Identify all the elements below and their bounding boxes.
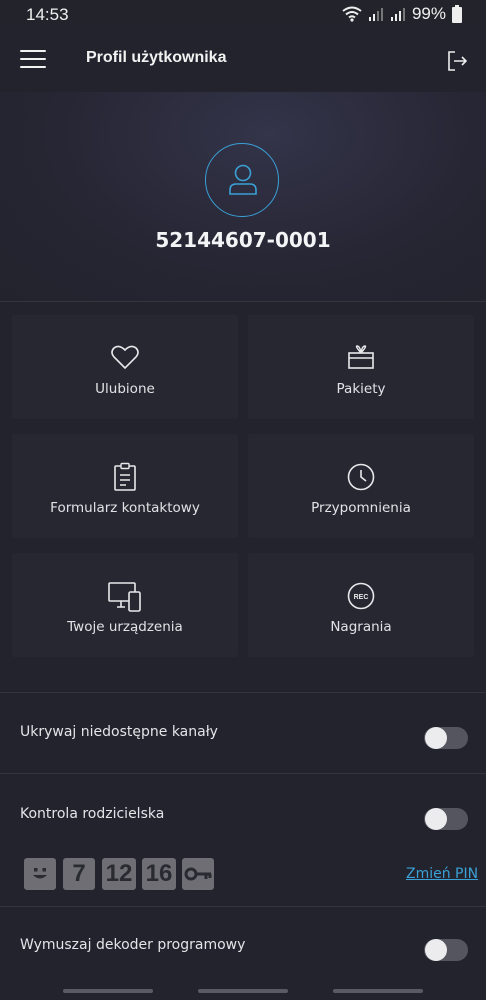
nav-handle-left	[63, 989, 153, 993]
hamburger-menu-icon[interactable]	[20, 50, 46, 72]
tile-favorites[interactable]: Ulubione	[12, 315, 238, 419]
clipboard-icon	[114, 462, 136, 491]
tile-reminders[interactable]: Przypomnienia	[248, 434, 474, 538]
app-bar: Profil użytkownika	[0, 30, 486, 92]
change-pin-link[interactable]: Zmień PIN	[406, 866, 478, 882]
clock-icon	[347, 463, 375, 491]
tile-label: Pakiety	[336, 381, 386, 397]
tile-label: Przypomnienia	[311, 500, 411, 516]
divider	[0, 906, 486, 907]
user-icon	[229, 164, 257, 195]
key-icon	[184, 867, 212, 881]
avatar	[205, 143, 279, 217]
software-decoder-toggle[interactable]	[424, 939, 468, 961]
smiley-icon	[33, 868, 47, 879]
nav-handle-right	[333, 989, 423, 993]
signal-icon-2	[390, 8, 405, 21]
logout-icon[interactable]	[444, 48, 470, 74]
tile-contact-form[interactable]: Formularz kontaktowy	[12, 434, 238, 538]
rating-16[interactable]: 16	[142, 858, 176, 890]
tile-packages[interactable]: Pakiety	[248, 315, 474, 419]
rating-all-ages[interactable]	[24, 858, 56, 890]
devices-icon	[108, 582, 141, 612]
setting-software-decoder-label: Wymuszaj dekoder programowy	[20, 937, 246, 953]
tile-label: Ulubione	[95, 381, 155, 397]
header-divider	[0, 301, 486, 302]
hide-channels-toggle[interactable]	[424, 727, 468, 749]
signal-icon	[368, 8, 383, 21]
parental-control-toggle[interactable]	[424, 808, 468, 830]
heart-icon	[111, 345, 139, 370]
rating-adult[interactable]	[182, 858, 214, 890]
battery-level: 99%	[411, 4, 446, 23]
status-bar: 14:53 99%	[0, 0, 486, 30]
rec-badge: REC	[354, 594, 369, 601]
tile-devices[interactable]: Twoje urządzenia	[12, 553, 238, 657]
tile-recordings[interactable]: REC Nagrania	[248, 553, 474, 657]
divider	[0, 773, 486, 774]
setting-hide-channels-label: Ukrywaj niedostępne kanały	[20, 724, 218, 740]
nav-handle-center	[198, 989, 288, 993]
gift-icon	[348, 345, 374, 369]
user-id: 52144607-0001	[155, 228, 331, 252]
status-time: 14:53	[26, 5, 69, 24]
tile-label: Twoje urządzenia	[67, 619, 183, 635]
tile-label: Nagrania	[330, 619, 392, 635]
divider	[0, 692, 486, 693]
rating-12[interactable]: 12	[102, 858, 136, 890]
wifi-icon	[342, 6, 362, 22]
rating-7[interactable]: 7	[63, 858, 95, 890]
page-title: Profil użytkownika	[86, 49, 227, 66]
rec-icon: REC	[347, 582, 375, 610]
battery-icon	[452, 5, 462, 23]
tile-label: Formularz kontaktowy	[50, 500, 200, 516]
setting-parental-control-label: Kontrola rodzicielska	[20, 806, 165, 822]
